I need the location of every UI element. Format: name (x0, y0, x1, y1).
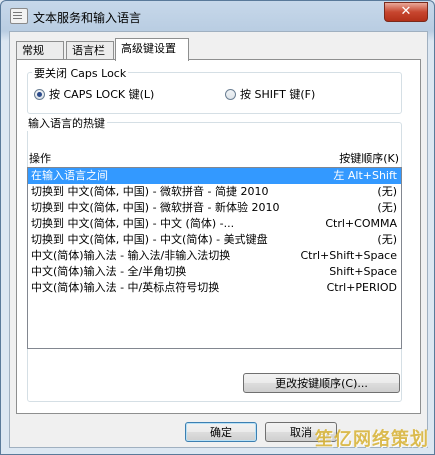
hotkey-keys: (无) (377, 201, 397, 214)
hotkey-row[interactable]: 中文(简体)输入法 - 输入法/非输入法切换 Ctrl+Shift+Space (28, 248, 401, 264)
close-button[interactable]: ✕ (384, 2, 428, 22)
hotkeys-group-title: 输入语言的热键 (26, 115, 107, 131)
shift-option[interactable]: 按 SHIFT 键(F) (225, 86, 315, 102)
tab-general[interactable]: 常规 (16, 41, 64, 60)
hotkey-row[interactable]: 中文(简体)输入法 - 全/半角切换 Shift+Space (28, 264, 401, 280)
window-title: 文本服务和输入语言 (33, 11, 142, 25)
hotkey-action: 切换到 中文(简体, 中国) - 微软拼音 - 简捷 2010 (31, 185, 269, 198)
caps-lock-option-label: 按 CAPS LOCK 键(L) (49, 88, 155, 101)
dialog-client: 常规 语言栏 高级键设置 要关闭 Caps Lock 按 CAPS LOCK 键… (9, 31, 428, 448)
hotkey-keys: Ctrl+COMMA (325, 217, 397, 230)
dialog-window: 文本服务和输入语言 ✕ 常规 语言栏 高级键设置 要关闭 Caps Lock 按… (0, 0, 435, 455)
hotkey-keys: (无) (377, 185, 397, 198)
hotkey-keys: Ctrl+Shift+Space (300, 249, 397, 262)
hotkey-action: 中文(简体)输入法 - 中/英标点符号切换 (31, 281, 220, 294)
caps-lock-group: 要关闭 Caps Lock 按 CAPS LOCK 键(L) 按 SHIFT 键… (27, 65, 402, 114)
hotkey-action: 在输入语言之间 (31, 169, 108, 182)
hotkey-row[interactable]: 切换到 中文(简体, 中国) - 中文(简体) - 美式键盘 (无) (28, 232, 401, 248)
hotkey-row[interactable]: 中文(简体)输入法 - 中/英标点符号切换 Ctrl+PERIOD (28, 280, 401, 296)
hotkey-row[interactable]: 切换到 中文(简体, 中国) - 中文 (简体) -... Ctrl+COMMA (28, 216, 401, 232)
hotkey-action: 切换到 中文(简体, 中国) - 微软拼音 - 新体验 2010 (31, 201, 280, 214)
hotkey-action: 中文(简体)输入法 - 全/半角切换 (31, 265, 187, 278)
hotkey-row[interactable]: 在输入语言之间 左 Alt+Shift (28, 168, 401, 184)
keyboard-icon (10, 8, 28, 24)
tab-advanced-key-settings[interactable]: 高级键设置 (115, 38, 189, 61)
tab-advanced-key-settings-label: 高级键设置 (121, 42, 176, 55)
watermark-logo: 笙亿网络策划 (315, 429, 429, 450)
hotkeys-list[interactable]: 在输入语言之间 左 Alt+Shift 切换到 中文(简体, 中国) - 微软拼… (27, 167, 402, 349)
hotkey-row[interactable]: 切换到 中文(简体, 中国) - 微软拼音 - 新体验 2010 (无) (28, 200, 401, 216)
tab-language-bar[interactable]: 语言栏 (66, 41, 114, 60)
ok-button[interactable]: 确定 (185, 422, 257, 442)
change-key-sequence-button[interactable]: 更改按键顺序(C)... (243, 373, 400, 393)
shift-option-label: 按 SHIFT 键(F) (240, 88, 316, 101)
hotkey-keys: Shift+Space (329, 265, 397, 278)
hotkey-row[interactable]: 切换到 中文(简体, 中国) - 微软拼音 - 简捷 2010 (无) (28, 184, 401, 200)
hotkey-keys: (无) (377, 233, 397, 246)
column-action-header: 操作 (29, 152, 51, 165)
tab-language-bar-label: 语言栏 (72, 44, 105, 57)
advanced-key-settings-panel: 要关闭 Caps Lock 按 CAPS LOCK 键(L) 按 SHIFT 键… (16, 59, 421, 414)
column-keys-header: 按键顺序(K) (339, 152, 399, 165)
hotkey-action: 切换到 中文(简体, 中国) - 中文 (简体) -... (31, 217, 235, 230)
shift-radio[interactable] (225, 88, 236, 100)
hotkeys-list-header: 操作 按键顺序(K) (29, 150, 399, 165)
hotkey-keys: Ctrl+PERIOD (326, 281, 397, 294)
caps-lock-option[interactable]: 按 CAPS LOCK 键(L) (34, 86, 154, 102)
hotkey-keys: 左 Alt+Shift (333, 169, 397, 182)
tab-general-label: 常规 (22, 44, 44, 57)
hotkey-action: 切换到 中文(简体, 中国) - 中文(简体) - 美式键盘 (31, 233, 268, 246)
hotkey-action: 中文(简体)输入法 - 输入法/非输入法切换 (31, 249, 231, 262)
title-bar[interactable]: 文本服务和输入语言 ✕ (1, 1, 434, 31)
close-icon: ✕ (400, 4, 412, 19)
caps-lock-radio[interactable] (34, 88, 45, 100)
caps-lock-group-title: 要关闭 Caps Lock (32, 65, 129, 81)
